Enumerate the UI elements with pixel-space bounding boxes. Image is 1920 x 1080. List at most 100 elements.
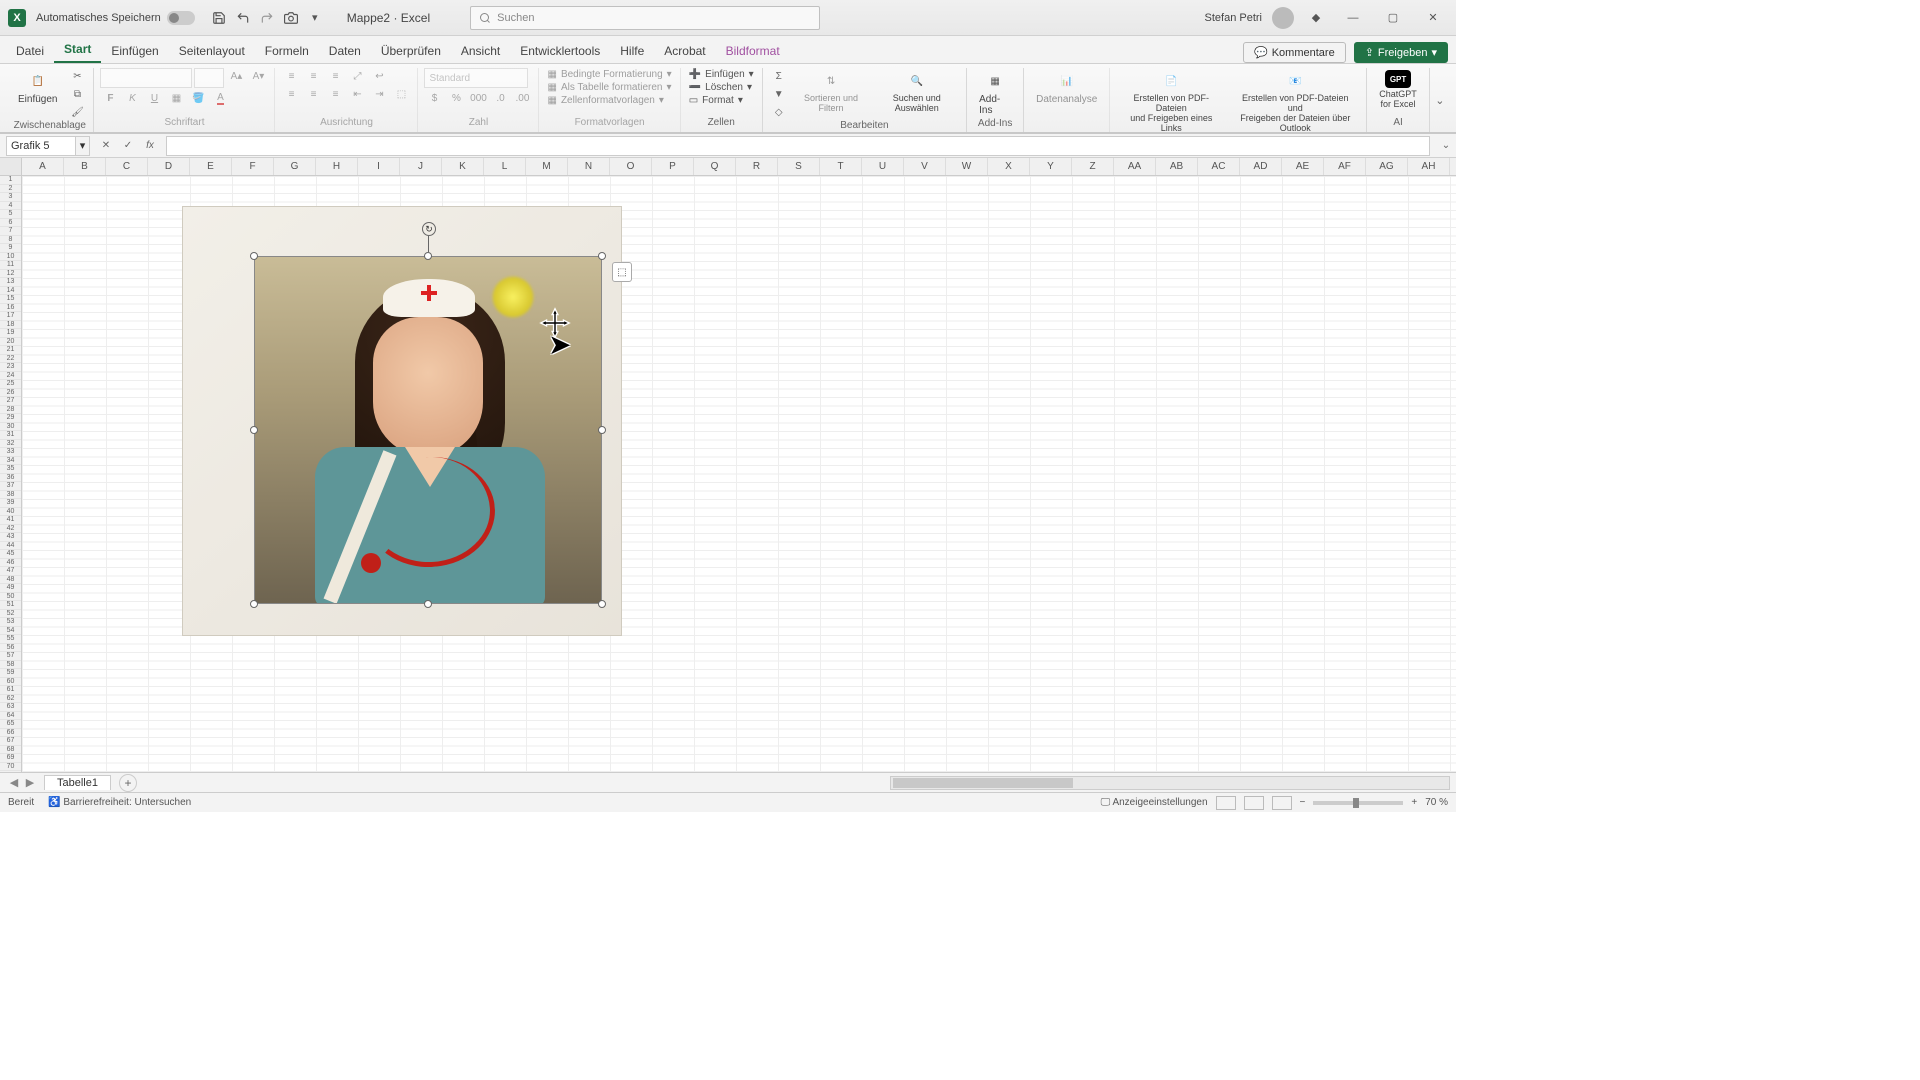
shrink-font-icon[interactable]: A▾ — [248, 68, 268, 84]
row-header[interactable]: 13 — [0, 278, 21, 287]
fx-icon[interactable]: fx — [140, 138, 160, 154]
row-header[interactable]: 6 — [0, 219, 21, 228]
row-header[interactable]: 5 — [0, 210, 21, 219]
maximize-button[interactable]: ▢ — [1378, 8, 1408, 28]
wrap-text-icon[interactable]: ↩ — [369, 68, 389, 84]
row-header[interactable]: 55 — [0, 635, 21, 644]
row-header[interactable]: 25 — [0, 380, 21, 389]
resize-handle-sw[interactable] — [250, 600, 258, 608]
row-header[interactable]: 48 — [0, 576, 21, 585]
align-center-icon[interactable]: ≡ — [303, 86, 323, 102]
font-size-combo[interactable] — [194, 68, 224, 88]
sort-filter-button[interactable]: ⇅ Sortieren und Filtern — [793, 68, 870, 116]
align-top-icon[interactable]: ≡ — [281, 68, 301, 84]
row-header[interactable]: 11 — [0, 261, 21, 270]
row-header[interactable]: 45 — [0, 550, 21, 559]
row-header[interactable]: 64 — [0, 712, 21, 721]
tab-einfuegen[interactable]: Einfügen — [101, 40, 168, 63]
row-header[interactable]: 3 — [0, 193, 21, 202]
cells-insert[interactable]: ➕ Einfügen ▾ — [687, 68, 756, 81]
column-header[interactable]: B — [64, 158, 106, 175]
row-header[interactable]: 65 — [0, 720, 21, 729]
row-header[interactable]: 52 — [0, 610, 21, 619]
column-header[interactable]: AH — [1408, 158, 1450, 175]
row-header[interactable]: 43 — [0, 533, 21, 542]
row-header[interactable]: 38 — [0, 491, 21, 500]
view-pagebreak-icon[interactable] — [1272, 796, 1292, 810]
zoom-in-icon[interactable]: + — [1411, 797, 1417, 808]
row-headers[interactable]: 1234567891011121314151617181920212223242… — [0, 176, 22, 772]
zoom-level[interactable]: 70 % — [1425, 797, 1448, 808]
qat-customize-icon[interactable]: ▾ — [307, 10, 323, 26]
column-header[interactable]: U — [862, 158, 904, 175]
row-header[interactable]: 30 — [0, 423, 21, 432]
rotate-handle[interactable] — [422, 222, 436, 236]
row-header[interactable]: 32 — [0, 440, 21, 449]
column-header[interactable]: W — [946, 158, 988, 175]
inc-dec-icon[interactable]: .0 — [490, 90, 510, 106]
resize-handle-se[interactable] — [598, 600, 606, 608]
row-header[interactable]: 23 — [0, 363, 21, 372]
italic-icon[interactable]: K — [122, 90, 142, 106]
comments-button[interactable]: 💬 Kommentare — [1243, 42, 1346, 63]
orientation-icon[interactable]: ⤢ — [347, 68, 367, 84]
column-header[interactable]: AF — [1324, 158, 1366, 175]
view-normal-icon[interactable] — [1216, 796, 1236, 810]
tab-acrobat[interactable]: Acrobat — [654, 40, 715, 63]
tab-bildformat[interactable]: Bildformat — [716, 40, 790, 63]
row-header[interactable]: 46 — [0, 559, 21, 568]
row-header[interactable]: 27 — [0, 397, 21, 406]
column-header[interactable]: AE — [1282, 158, 1324, 175]
row-header[interactable]: 15 — [0, 295, 21, 304]
column-header[interactable]: K — [442, 158, 484, 175]
view-pagelayout-icon[interactable] — [1244, 796, 1264, 810]
autosum-icon[interactable]: Σ — [769, 68, 789, 84]
tab-seitenlayout[interactable]: Seitenlayout — [169, 40, 255, 63]
align-middle-icon[interactable]: ≡ — [303, 68, 323, 84]
acrobat-pdf-outlook-button[interactable]: 📧 Erstellen von PDF-Dateien undFreigeben… — [1230, 68, 1360, 136]
column-header[interactable]: Y — [1030, 158, 1072, 175]
grow-font-icon[interactable]: A▴ — [226, 68, 246, 84]
column-header[interactable]: AG — [1366, 158, 1408, 175]
row-header[interactable]: 26 — [0, 389, 21, 398]
row-header[interactable]: 28 — [0, 406, 21, 415]
undo-icon[interactable] — [235, 10, 251, 26]
thousands-icon[interactable]: 000 — [468, 90, 488, 106]
horizontal-scrollbar[interactable] — [890, 776, 1450, 790]
row-header[interactable]: 4 — [0, 202, 21, 211]
row-header[interactable]: 62 — [0, 695, 21, 704]
row-header[interactable]: 67 — [0, 737, 21, 746]
row-header[interactable]: 2 — [0, 185, 21, 194]
number-format-combo[interactable]: Standard — [424, 68, 528, 88]
share-button[interactable]: ⇪ Freigeben ▾ — [1354, 42, 1448, 63]
row-header[interactable]: 53 — [0, 618, 21, 627]
row-header[interactable]: 24 — [0, 372, 21, 381]
diamond-icon[interactable]: ◆ — [1308, 10, 1324, 26]
accessibility-status[interactable]: ♿ Barrierefreiheit: Untersuchen — [48, 797, 191, 808]
align-left-icon[interactable]: ≡ — [281, 86, 301, 102]
clear-icon[interactable]: ◇ — [769, 104, 789, 120]
chatgpt-button[interactable]: GPT ChatGPTfor Excel — [1373, 68, 1423, 112]
redo-icon[interactable] — [259, 10, 275, 26]
row-header[interactable]: 22 — [0, 355, 21, 364]
row-header[interactable]: 51 — [0, 601, 21, 610]
formula-bar-expand-icon[interactable]: ⌄ — [1436, 138, 1456, 154]
column-header[interactable]: G — [274, 158, 316, 175]
indent-dec-icon[interactable]: ⇤ — [347, 86, 367, 102]
column-header[interactable]: S — [778, 158, 820, 175]
tab-formeln[interactable]: Formeln — [255, 40, 319, 63]
paste-button[interactable]: 📋 Einfügen — [12, 68, 63, 107]
row-header[interactable]: 10 — [0, 253, 21, 262]
row-header[interactable]: 58 — [0, 661, 21, 670]
column-header[interactable]: V — [904, 158, 946, 175]
cell-styles[interactable]: ▦ Zellenformatvorlagen ▾ — [545, 94, 665, 107]
row-header[interactable]: 40 — [0, 508, 21, 517]
data-analysis-button[interactable]: 📊 Datenanalyse — [1030, 68, 1103, 107]
cancel-formula-icon[interactable]: ✕ — [96, 138, 116, 154]
find-select-button[interactable]: 🔍 Suchen und Auswählen — [873, 68, 960, 116]
align-right-icon[interactable]: ≡ — [325, 86, 345, 102]
formula-bar[interactable] — [166, 136, 1430, 156]
column-header[interactable]: T — [820, 158, 862, 175]
selected-image[interactable] — [254, 256, 602, 604]
column-header[interactable]: AA — [1114, 158, 1156, 175]
